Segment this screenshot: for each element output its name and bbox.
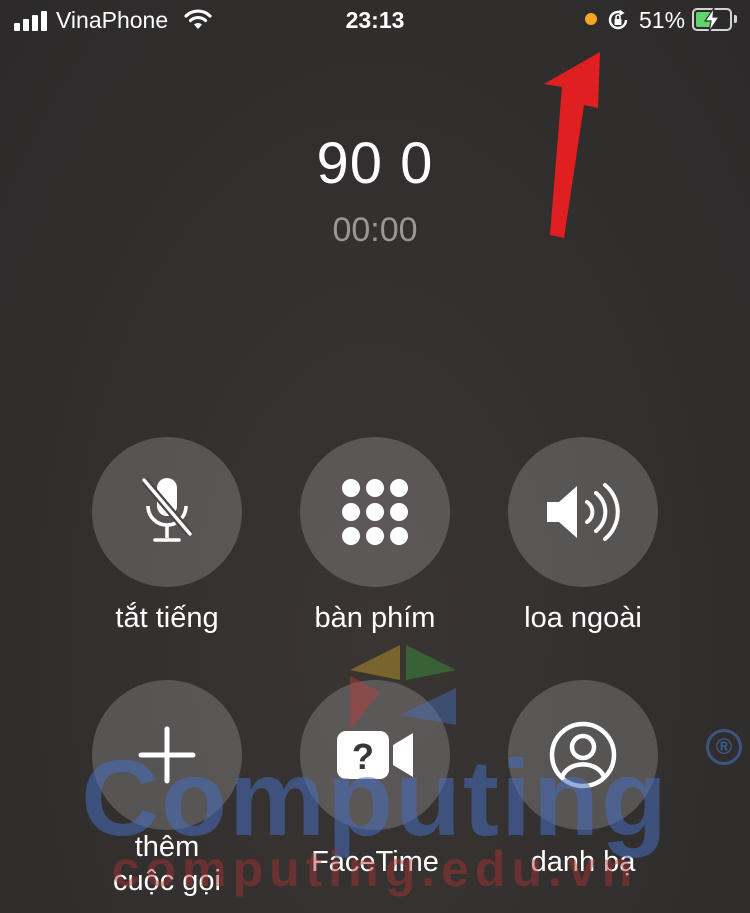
battery-cap [734,15,737,23]
keypad-icon [342,479,408,545]
watermark-registered-mark: ® [706,729,742,765]
keypad-label: bàn phím [314,602,436,634]
microphone-in-use-indicator [585,13,597,25]
speaker-label: loa ngoài [524,602,642,634]
status-bar: VinaPhone 23:13 51% [0,0,750,42]
call-duration: 00:00 [332,211,418,249]
charging-bolt-icon [703,7,721,33]
mute-label: tắt tiếng [115,602,219,634]
status-time: 23:13 [345,7,405,33]
mic-slash-icon [140,477,194,542]
watermark-site: computing.edu.vn [111,841,639,897]
keypad-button[interactable] [300,437,450,587]
battery-percentage: 51% [639,7,686,33]
rotation-lock-icon [608,9,628,30]
call-number: 90 0 [316,131,434,196]
speaker-button[interactable] [508,437,658,587]
mute-button[interactable] [92,437,242,587]
speaker-icon [547,483,620,541]
